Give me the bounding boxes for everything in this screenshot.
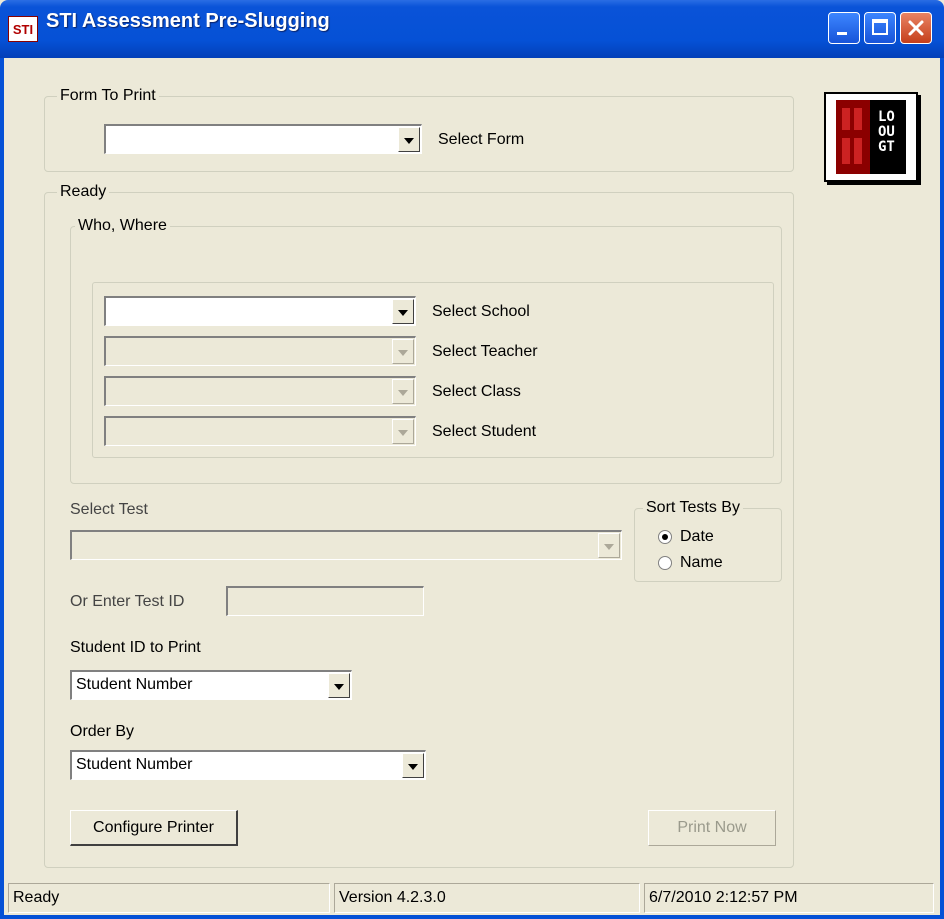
print-now-button[interactable]: Print Now <box>648 810 776 846</box>
form-to-print-group-label: Form To Print <box>57 86 159 106</box>
sort-name-radio[interactable] <box>658 556 672 570</box>
logo: LO OU GT <box>824 92 918 182</box>
select-form-combo[interactable] <box>104 124 422 154</box>
maximize-icon <box>872 19 888 35</box>
door-logo-icon <box>836 100 906 174</box>
logo-line-1: LO <box>878 109 895 125</box>
order-by-value: Student Number <box>76 756 193 773</box>
app-icon: STI <box>8 16 38 42</box>
version-text: Version 4.2.3.0 <box>334 883 640 913</box>
chevron-down-icon[interactable] <box>328 673 350 698</box>
ready-group-label: Ready <box>57 182 110 202</box>
close-icon <box>908 20 924 36</box>
logo-line-3: GT <box>878 139 895 155</box>
test-id-input[interactable] <box>226 586 424 616</box>
window-frame-right <box>940 58 944 919</box>
select-teacher-label: Select Teacher <box>432 343 538 360</box>
logo-text: LO OU GT <box>878 110 895 155</box>
logo-line-2: OU <box>878 124 895 140</box>
chevron-down-icon[interactable] <box>392 299 414 324</box>
close-button[interactable] <box>900 12 932 44</box>
select-school-combo[interactable] <box>104 296 416 326</box>
sort-tests-group-label: Sort Tests By <box>643 498 743 518</box>
select-class-combo[interactable] <box>104 376 416 406</box>
configure-printer-button[interactable]: Configure Printer <box>70 810 238 846</box>
student-id-to-print-label: Student ID to Print <box>70 639 201 656</box>
order-by-label: Order By <box>70 723 135 740</box>
window-frame-bottom <box>0 915 944 919</box>
minimize-button[interactable] <box>828 12 860 44</box>
sort-date-radio[interactable] <box>658 530 672 544</box>
select-student-label: Select Student <box>432 423 537 440</box>
select-school-label: Select School <box>432 303 530 320</box>
enter-test-id-label: Or Enter Test ID <box>70 593 185 610</box>
order-by-combo[interactable]: Student Number <box>70 750 426 780</box>
datetime-text: 6/7/2010 2:12:57 PM <box>644 883 934 913</box>
minimize-icon <box>837 32 847 35</box>
status-text: Ready <box>8 883 330 913</box>
chevron-down-icon[interactable] <box>398 127 420 152</box>
student-id-to-print-value: Student Number <box>76 676 193 693</box>
sort-date-label[interactable]: Date <box>680 527 714 547</box>
select-teacher-combo[interactable] <box>104 336 416 366</box>
select-class-label: Select Class <box>432 383 521 400</box>
chevron-down-icon[interactable] <box>598 533 620 558</box>
maximize-button[interactable] <box>864 12 896 44</box>
student-id-to-print-combo[interactable]: Student Number <box>70 670 352 700</box>
select-test-label: Select Test <box>70 501 148 518</box>
chevron-down-icon[interactable] <box>392 339 414 364</box>
window-title: STI Assessment Pre-Slugging <box>46 10 330 32</box>
chevron-down-icon[interactable] <box>392 419 414 444</box>
select-form-label: Select Form <box>438 131 525 148</box>
chevron-down-icon[interactable] <box>392 379 414 404</box>
chevron-down-icon[interactable] <box>402 753 424 778</box>
select-test-combo[interactable] <box>70 530 622 560</box>
window-frame-left <box>0 58 4 919</box>
select-student-combo[interactable] <box>104 416 416 446</box>
who-where-group-label: Who, Where <box>75 216 170 236</box>
sort-name-label[interactable]: Name <box>680 553 723 573</box>
